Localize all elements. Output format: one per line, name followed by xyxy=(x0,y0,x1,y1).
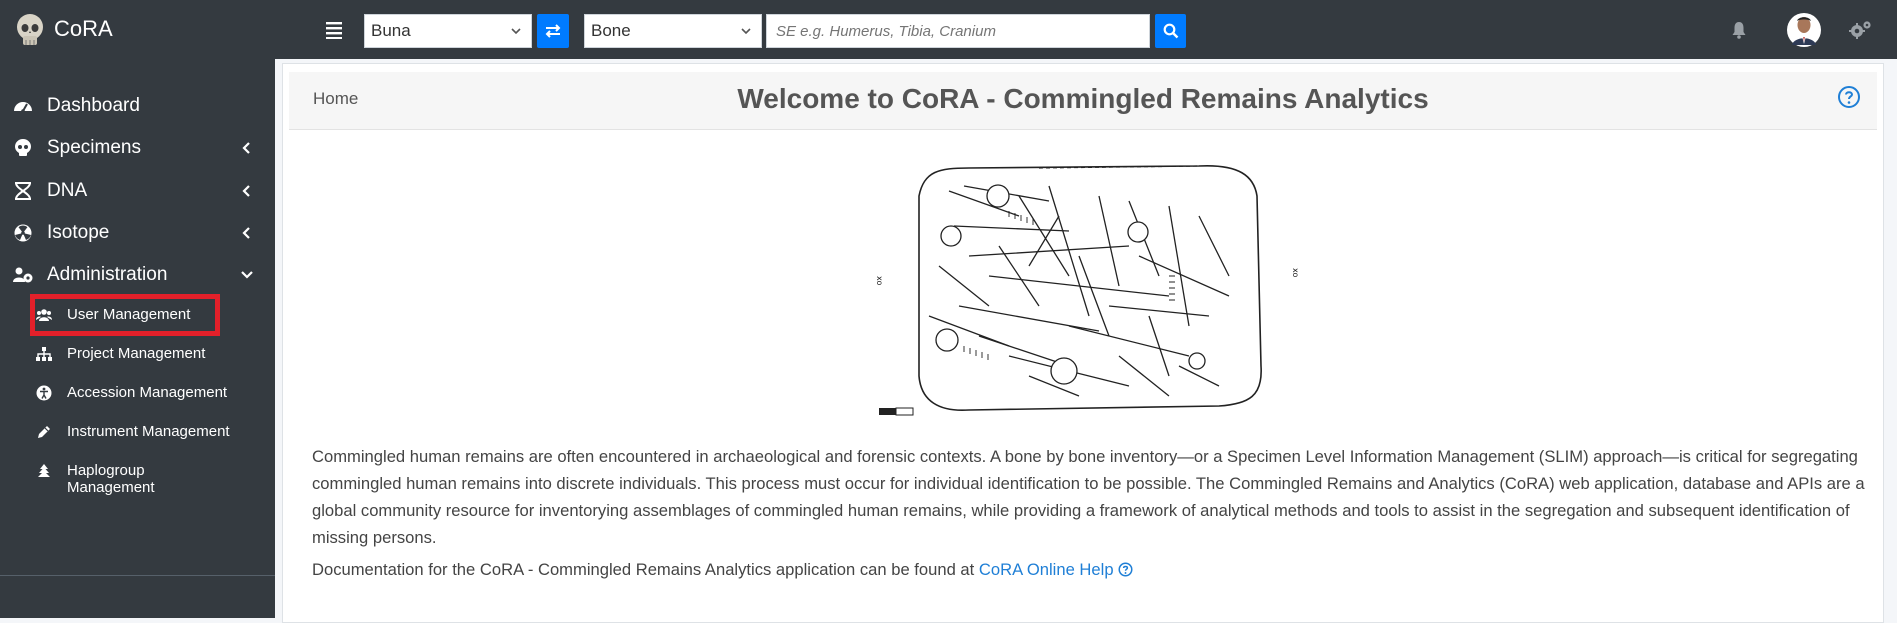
search-icon xyxy=(1163,23,1178,39)
sidebar-item-isotope[interactable]: Isotope xyxy=(0,213,275,253)
tree-icon xyxy=(38,464,50,477)
sidebar-item-label: Isotope xyxy=(47,222,110,243)
online-help-link[interactable]: CoRA Online Help xyxy=(979,560,1133,579)
sidebar-subitem-label: Haplogroup Management xyxy=(67,462,155,496)
online-help-link-label: CoRA Online Help xyxy=(978,560,1114,579)
sidebar-subitem-instrument-management[interactable]: Instrument Management xyxy=(30,414,230,450)
dashboard-icon xyxy=(14,102,32,113)
swap-button[interactable] xyxy=(537,14,569,48)
sidebar-item-label: Specimens xyxy=(47,137,141,158)
bell-icon[interactable] xyxy=(1731,21,1747,39)
sidebar-subitem-accession-management[interactable]: Accession Management xyxy=(30,375,230,411)
main-content: Home Welcome to CoRA - Commingled Remain… xyxy=(282,63,1884,623)
chevron-left-icon xyxy=(242,142,250,154)
exchange-icon xyxy=(545,24,561,38)
user-avatar[interactable] xyxy=(1786,11,1822,49)
sidebar-item-label: Administration xyxy=(47,264,168,285)
pen-icon xyxy=(38,426,50,438)
sidebar-subitem-label: Accession Management xyxy=(67,384,228,401)
sidebar-item-label: DNA xyxy=(47,180,88,201)
settings-gears-icon[interactable] xyxy=(1849,20,1873,40)
type-select[interactable]: Bone xyxy=(584,14,762,48)
sidebar-item-administration[interactable]: Administration xyxy=(0,255,275,295)
help-icon[interactable] xyxy=(1837,85,1861,109)
radiation-icon xyxy=(14,224,32,242)
chevron-down-icon xyxy=(241,271,253,279)
brand-name: CoRA xyxy=(54,16,113,41)
top-navbar: CoRA Buna Bone xyxy=(0,0,1897,59)
documentation-line: Documentation for the CoRA - Commingled … xyxy=(312,560,1133,580)
help-circle-icon xyxy=(1118,562,1133,577)
intro-paragraph: Commingled human remains are often encou… xyxy=(312,447,1865,547)
users-cog-icon xyxy=(13,267,33,283)
chevron-left-icon xyxy=(242,227,250,239)
accessibility-icon xyxy=(36,385,52,401)
sidebar-item-label: Dashboard xyxy=(47,95,140,116)
sidebar-subitem-label: Project Management xyxy=(67,345,206,362)
sidebar-subitem-label: Instrument Management xyxy=(67,423,230,440)
svg-text:xo: xo xyxy=(1291,268,1300,277)
search-input[interactable] xyxy=(766,14,1150,48)
project-select[interactable]: Buna xyxy=(364,14,532,48)
chevron-left-icon xyxy=(242,185,250,197)
type-select-value: Bone xyxy=(591,21,631,40)
selection-highlight-box xyxy=(30,294,220,336)
sidebar-divider xyxy=(0,575,275,576)
sidebar-subitem-haplogroup-management[interactable]: Haplogroup Management xyxy=(30,453,230,496)
hamburger-menu-icon[interactable] xyxy=(326,19,344,39)
sidebar-item-dashboard[interactable]: Dashboard xyxy=(0,86,275,126)
documentation-text: Documentation for the CoRA - Commingled … xyxy=(312,560,975,579)
sitemap-icon xyxy=(36,347,52,361)
sidebar: Dashboard Specimens DNA Isotope Administ… xyxy=(0,59,275,618)
skull-logo-icon xyxy=(17,14,43,45)
page-title: Welcome to CoRA - Commingled Remains Ana… xyxy=(737,83,1429,114)
brand[interactable]: CoRA xyxy=(0,0,275,59)
sidebar-item-specimens[interactable]: Specimens xyxy=(0,128,275,168)
skull-icon xyxy=(15,139,31,156)
content-header: Home Welcome to CoRA - Commingled Remain… xyxy=(289,72,1877,130)
chevron-down-icon xyxy=(741,28,751,35)
project-select-value: Buna xyxy=(371,21,411,40)
search-button[interactable] xyxy=(1155,14,1186,48)
sidebar-subitem-project-management[interactable]: Project Management xyxy=(30,336,230,372)
svg-text:xo: xo xyxy=(875,276,884,285)
dna-icon xyxy=(15,182,31,200)
sidebar-item-dna[interactable]: DNA xyxy=(0,171,275,211)
commingled-burial-illustration: xo xo xyxy=(869,156,1301,424)
chevron-down-icon xyxy=(511,28,521,35)
